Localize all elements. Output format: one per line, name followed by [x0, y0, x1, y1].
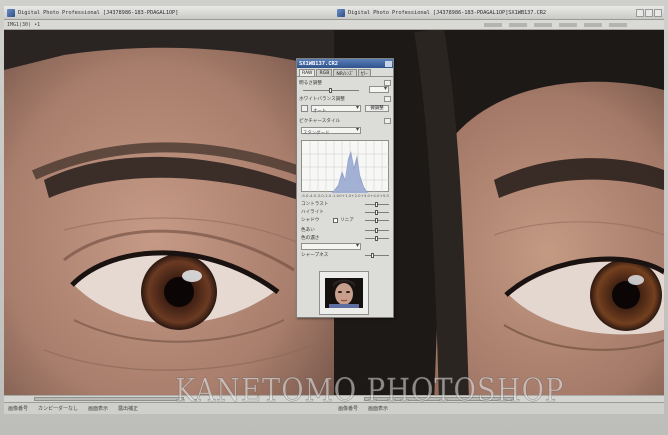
hist-tick: -2.0	[323, 193, 332, 198]
right-window-path: [J4378986-183-PDAGAL1OP]SX1WB137.CR2	[432, 9, 547, 16]
picture-style-header: ピクチャースタイル	[299, 117, 391, 125]
linear-label: リニア	[340, 218, 354, 223]
hist-tick: -5.0	[301, 193, 309, 198]
left-window-title: Digital Photo Professional	[18, 9, 100, 16]
saturation-label: 色の濃さ	[301, 236, 320, 241]
hist-tick: -1.0	[331, 193, 339, 198]
left-status-4: 露出補正	[118, 406, 139, 412]
left-window-path: [J4378986-183-PDAGAL1OP]	[102, 9, 179, 16]
tool-palette: SX1WB137.CR2 RAW RGB NR/ﾚﾝｽﾞ ｶﾗｰ 明るさ調整 ホ…	[296, 58, 394, 318]
contrast-slider[interactable]	[365, 202, 389, 207]
hist-tick: -3.0	[316, 193, 324, 198]
slider-handle[interactable]	[375, 202, 378, 207]
picture-style-value: スタンダード	[303, 131, 330, 136]
close-icon[interactable]	[385, 60, 392, 67]
hue-label: 色あい	[301, 228, 315, 233]
slider-handle[interactable]	[371, 253, 374, 258]
wb-fine-tune-button[interactable]: 微調整	[365, 105, 389, 112]
reset-icon[interactable]	[384, 96, 391, 102]
left-status-1: 画像番号	[8, 406, 29, 412]
picture-style-label: ピクチャースタイル	[299, 119, 341, 124]
contrast-label: コントラスト	[301, 202, 329, 207]
left-image-window: Digital Photo Professional [J4378986-183…	[4, 6, 334, 414]
thumbnail-portrait	[325, 278, 363, 308]
hist-tick: -4.0	[308, 193, 317, 198]
hist-tick: +2.0	[351, 193, 361, 198]
saturation-slider[interactable]	[365, 236, 389, 241]
left-subtitle: IMG1(30) •1	[7, 21, 41, 28]
right-window-title: Digital Photo Professional	[348, 9, 430, 16]
minimize-icon[interactable]	[636, 8, 644, 17]
close-icon[interactable]	[654, 8, 662, 17]
hist-tick: +3.0	[360, 193, 370, 198]
brightness-label: 明るさ調整	[299, 81, 322, 86]
shadow-label: シャドウ	[301, 218, 320, 223]
sharpness-slider[interactable]	[365, 253, 389, 258]
linear-checkbox[interactable]	[333, 218, 338, 223]
sharpness-label: シャープネス	[301, 253, 329, 258]
hue-slider[interactable]	[365, 228, 389, 233]
brightness-slider[interactable]	[303, 88, 359, 93]
tab-raw[interactable]: RAW	[299, 69, 316, 76]
right-toolbar-items	[484, 23, 627, 27]
sharpness-select[interactable]	[301, 242, 361, 250]
slider-handle[interactable]	[375, 236, 378, 241]
watermark-text: KANETOMO PHOTOSHOP	[175, 371, 565, 410]
right-window-titlebar[interactable]: Digital Photo Professional [J4378986-183…	[334, 6, 664, 20]
slider-handle[interactable]	[375, 210, 378, 215]
histogram-graph	[302, 141, 390, 193]
palette-titlebar[interactable]: SX1WB137.CR2	[297, 59, 393, 68]
app-icon	[337, 8, 345, 17]
histogram[interactable]	[301, 140, 390, 193]
left-subtitle-bar: IMG1(30) •1	[4, 20, 334, 30]
shadow-slider[interactable]	[365, 218, 389, 223]
left-scroll-thumb[interactable]	[34, 397, 184, 401]
left-eye-image	[4, 30, 334, 402]
histogram-axis: -5.0 -4.0 -3.0 -2.0 -1.0 0 +1.0 +2.0 +3.…	[301, 193, 389, 198]
hist-tick: +1.0	[341, 193, 352, 198]
right-toolbar	[334, 20, 664, 30]
hist-tick: +5.0	[379, 193, 389, 198]
wb-section-header: ホワイトバランス調整	[299, 95, 391, 103]
tab-rgb[interactable]: RGB	[316, 69, 333, 76]
left-photo-eye[interactable]	[4, 30, 334, 402]
slider-handle[interactable]	[375, 228, 378, 233]
highlight-label: ハイライト	[301, 210, 324, 215]
wb-select[interactable]: オート	[311, 104, 361, 114]
hist-tick: +4.0	[370, 193, 380, 198]
highlight-slider[interactable]	[365, 210, 389, 215]
left-status-2: カンピーダーなし	[38, 406, 79, 412]
app-icon	[7, 8, 15, 17]
tab-color[interactable]: ｶﾗｰ	[357, 69, 371, 77]
slider-handle[interactable]	[375, 218, 378, 223]
left-window-titlebar[interactable]: Digital Photo Professional [J4378986-183…	[4, 6, 334, 20]
brightness-value[interactable]	[369, 85, 389, 93]
thumbnail-face-image	[325, 278, 363, 308]
left-status-3: 画面表示	[88, 406, 109, 412]
reset-icon[interactable]	[384, 118, 391, 124]
maximize-icon[interactable]	[645, 8, 653, 17]
navigator-thumbnail[interactable]	[319, 271, 369, 315]
slider-handle[interactable]	[329, 88, 332, 93]
eyedropper-icon[interactable]	[301, 105, 308, 112]
wb-label: ホワイトバランス調整	[299, 97, 345, 102]
window-controls	[636, 8, 664, 17]
wb-select-value: オート	[313, 109, 327, 114]
palette-tabs: RAW RGB NR/ﾚﾝｽﾞ ｶﾗｰ	[297, 68, 393, 77]
monitor-screen: Digital Photo Professional [J4378986-183…	[0, 0, 668, 435]
palette-title: SX1WB137.CR2	[299, 60, 338, 67]
picture-style-select[interactable]: スタンダード	[301, 126, 361, 136]
tab-nr-lens[interactable]: NR/ﾚﾝｽﾞ	[333, 69, 357, 77]
